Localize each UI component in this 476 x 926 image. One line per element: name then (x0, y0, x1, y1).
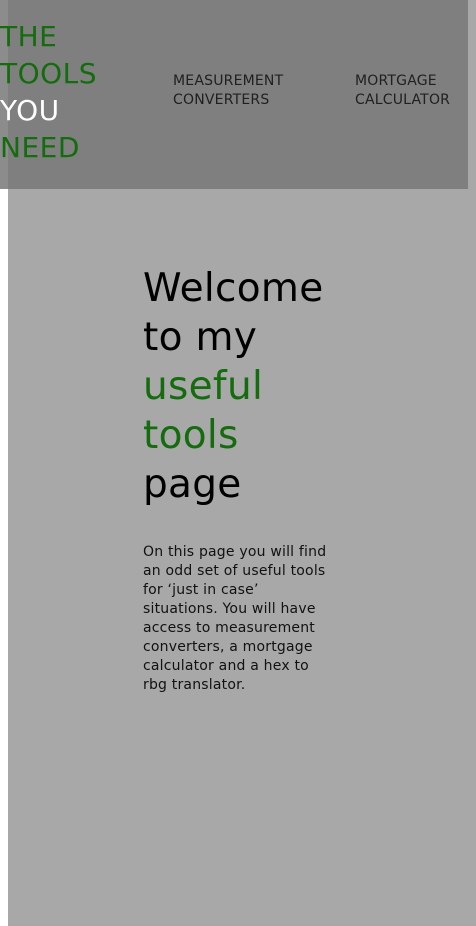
nav-link-label-line1: MEASUREMENT (173, 73, 284, 89)
logo-line-the: THE (0, 20, 58, 53)
page: THE TOOLS YOU NEED MEASUREMENT CONVERTER… (0, 0, 476, 926)
nav-link-label-line1: MORTGAGE (355, 73, 437, 89)
site-logo[interactable]: THE TOOLS YOU NEED (0, 18, 97, 166)
hero-title-line: to my (143, 315, 258, 360)
logo-line-tools: TOOLS (0, 57, 98, 90)
nav-link-mortgage-calculator[interactable]: MORTGAGE CALCULATOR (355, 72, 450, 110)
hero-title-accent-line: useful (143, 364, 264, 409)
hero-section: Welcome to my useful tools page (143, 264, 353, 509)
hero-title-line: page (143, 462, 242, 507)
hero-title: Welcome to my useful tools page (143, 264, 353, 509)
intro-paragraph: On this page you will find an odd set of… (143, 544, 327, 693)
logo-line-need: NEED (0, 131, 80, 164)
nav-link-measurement-converters[interactable]: MEASUREMENT CONVERTERS (173, 72, 283, 110)
nav-link-label-line2: CONVERTERS (173, 92, 270, 108)
hero-title-accent-line: tools (143, 413, 239, 458)
hero-title-line: Welcome (143, 266, 324, 311)
site-header: THE TOOLS YOU NEED MEASUREMENT CONVERTER… (0, 0, 468, 189)
logo-line-you: YOU (0, 94, 60, 127)
nav-link-label-line2: CALCULATOR (355, 92, 451, 108)
